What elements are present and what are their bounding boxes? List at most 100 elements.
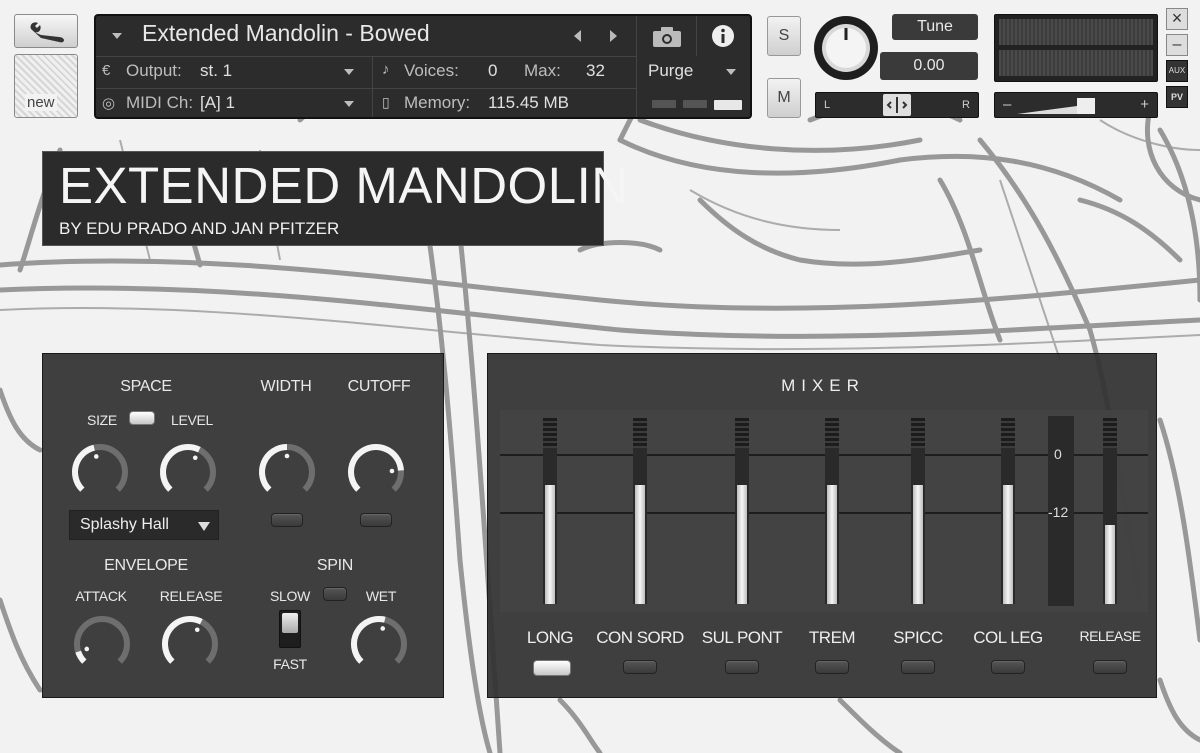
cutoff-knob[interactable] xyxy=(345,441,407,503)
release-knob[interactable] xyxy=(159,613,221,675)
mixer-channel-sul-pont-button[interactable] xyxy=(725,660,759,674)
prev-instrument-icon[interactable] xyxy=(574,30,581,42)
spin-switch-handle[interactable] xyxy=(282,613,298,633)
mixer-channel-spicc-fader[interactable] xyxy=(911,418,925,604)
mixer-channel-spicc-button[interactable] xyxy=(901,660,935,674)
size-knob[interactable] xyxy=(69,441,131,503)
reverb-type-dropdown-icon xyxy=(198,522,210,531)
mixer-channel-col-leg-label: COL LEG xyxy=(973,628,1043,647)
volume-slider[interactable]: – + xyxy=(994,92,1158,118)
spin-led[interactable] xyxy=(323,587,347,601)
mixer-channel-con-sord-fader-meter-top xyxy=(633,418,647,448)
instrument-header: Extended Mandolin - Bowed € Output: st. … xyxy=(94,14,752,119)
mixer-channel-sul-pont-fader-meter-top xyxy=(735,418,749,448)
purge-dropdown-icon[interactable] xyxy=(726,69,736,75)
cutoff-led[interactable] xyxy=(360,513,392,527)
attack-knob[interactable] xyxy=(71,613,133,675)
volume-minus-label: – xyxy=(1003,96,1012,113)
pan-slider[interactable]: L R xyxy=(815,92,979,118)
mixer-title: MIXER xyxy=(781,376,865,395)
output-dropdown-icon[interactable] xyxy=(344,69,354,75)
mixer-release-fader-level-bar xyxy=(1105,525,1115,604)
mute-button[interactable]: M xyxy=(767,78,801,118)
voices-label: Voices: xyxy=(404,61,459,80)
mixer-release-fader[interactable] xyxy=(1103,418,1117,604)
mixer-channel-col-leg-fader-meter-top xyxy=(1001,418,1015,448)
mixer-channel-spicc-label: SPICC xyxy=(893,628,943,647)
volume-ramp-icon xyxy=(1017,98,1095,114)
memory-icon: ▯ xyxy=(382,94,390,110)
mixer-channel-long-fader-level-bar xyxy=(545,485,555,604)
mixer-channel-con-sord-button[interactable] xyxy=(623,660,657,674)
memory-value: 115.45 MB xyxy=(488,93,569,112)
wrench-icon xyxy=(30,22,64,43)
info-icon[interactable] xyxy=(711,24,735,48)
output-value[interactable]: st. 1 xyxy=(200,61,232,81)
spin-speed-switch[interactable] xyxy=(279,610,301,648)
release-env-label: RELEASE xyxy=(159,588,223,604)
mixer-channel-con-sord-fader-level-bar xyxy=(635,485,645,604)
mixer-panel: MIXER 0 -12 LONG CON SORD SUL PONT TREM SPIC… xyxy=(487,353,1157,698)
mixer-channel-col-leg-button[interactable] xyxy=(991,660,1025,674)
wet-knob[interactable] xyxy=(348,613,410,675)
cutoff-label: CUTOFF xyxy=(347,378,411,395)
output-icon: € xyxy=(102,62,111,79)
reverb-type-value: Splashy Hall xyxy=(80,516,169,533)
mixer-channel-trem-label: TREM xyxy=(808,628,856,647)
mixer-channel-trem-fader[interactable] xyxy=(825,418,839,604)
size-level-toggle[interactable] xyxy=(129,411,155,425)
reverb-type-select[interactable]: Splashy Hall xyxy=(69,510,219,540)
solo-button[interactable]: S xyxy=(767,16,801,56)
next-instrument-icon[interactable] xyxy=(610,30,617,42)
new-label: new xyxy=(25,94,57,111)
width-knob[interactable] xyxy=(256,441,318,503)
mixer-channel-con-sord-fader[interactable] xyxy=(633,418,647,604)
midi-channel-value[interactable]: [A] 1 xyxy=(200,93,235,113)
spin-slow-label: SLOW xyxy=(269,588,311,604)
mixer-channel-col-leg-fader-level-bar xyxy=(1003,485,1013,604)
voices-value: 0 xyxy=(488,61,498,80)
mixer-channel-spicc-fader-level-bar xyxy=(913,485,923,604)
purge-indicator-3 xyxy=(714,100,742,110)
width-label: WIDTH xyxy=(260,378,312,395)
wet-label: WET xyxy=(365,588,397,604)
volume-plus-label: + xyxy=(1140,96,1149,113)
pan-handle[interactable] xyxy=(883,94,911,116)
new-snapshot-button[interactable]: new xyxy=(14,54,78,118)
attack-label: ATTACK xyxy=(75,588,127,604)
mixer-channel-col-leg-fader[interactable] xyxy=(1001,418,1015,604)
max-voices-label: Max: xyxy=(524,61,561,80)
purge-menu[interactable]: Purge xyxy=(648,61,693,81)
tune-value[interactable]: 0.00 xyxy=(880,52,978,80)
width-led[interactable] xyxy=(271,513,303,527)
envelope-label: ENVELOPE xyxy=(104,557,188,574)
mixer-channel-long-fader[interactable] xyxy=(543,418,557,604)
instrument-subtitle: BY EDU PRADO AND JAN PFITZER xyxy=(59,219,340,238)
mixer-release-label: RELEASE xyxy=(1079,628,1141,644)
minimize-button[interactable]: – xyxy=(1166,34,1188,56)
mixer-channel-trem-button[interactable] xyxy=(815,660,849,674)
mixer-release-button[interactable] xyxy=(1093,660,1127,674)
max-voices-value[interactable]: 32 xyxy=(586,61,605,81)
output-label: Output: xyxy=(126,61,182,80)
instrument-name[interactable]: Extended Mandolin - Bowed xyxy=(142,20,430,47)
pan-left-label: L xyxy=(824,99,831,111)
mixer-channel-sul-pont-fader[interactable] xyxy=(735,418,749,604)
close-button[interactable]: × xyxy=(1166,8,1188,30)
camera-icon[interactable] xyxy=(652,26,682,48)
mixer-channel-sul-pont-label: SUL PONT xyxy=(701,628,783,647)
spin-label: SPIN xyxy=(316,557,354,574)
settings-wrench-button[interactable] xyxy=(14,14,78,48)
instrument-menu-arrow-icon[interactable] xyxy=(112,33,122,39)
tune-knob[interactable] xyxy=(812,14,880,82)
mixer-channel-trem-fader-meter-top xyxy=(825,418,839,448)
pan-right-label: R xyxy=(962,99,970,111)
aux-button[interactable]: AUX xyxy=(1166,60,1188,82)
mixer-channel-long-button[interactable] xyxy=(533,660,571,676)
midi-dropdown-icon[interactable] xyxy=(344,101,354,107)
pv-button[interactable]: PV xyxy=(1166,86,1188,108)
meter-scale-0: 0 xyxy=(1054,446,1062,462)
purge-indicator-2 xyxy=(683,100,707,108)
level-knob[interactable] xyxy=(157,441,219,503)
memory-label: Memory: xyxy=(404,93,471,112)
